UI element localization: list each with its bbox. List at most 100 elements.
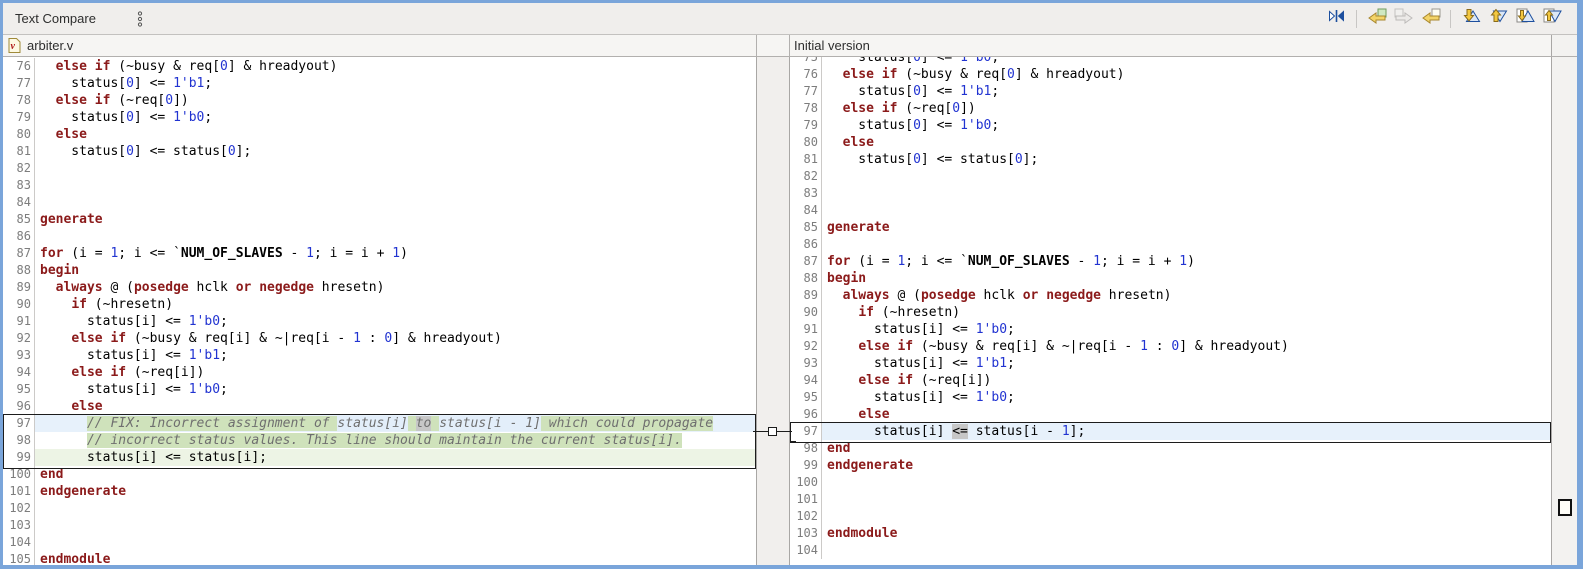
compare-content: 76 else if (~busy & req[0] & hreadyout) 7… (3, 57, 1577, 565)
swap-icon (1327, 8, 1346, 29)
next-difference-button[interactable] (1457, 7, 1484, 31)
code-line[interactable]: 78 else if (~req[0]) (790, 100, 1551, 117)
code-line[interactable]: 86 (3, 228, 756, 245)
line-number: 97 (3, 415, 35, 432)
swap-left-right-button[interactable] (1323, 7, 1350, 31)
code-line[interactable]: 105 endmodule (3, 551, 756, 565)
line-number: 86 (3, 228, 35, 245)
code-line[interactable]: 100 (790, 474, 1551, 491)
code-line[interactable]: 96 else (790, 406, 1551, 423)
code-line[interactable]: 89 always @ (posedge hclk or negedge hre… (790, 287, 1551, 304)
code-line[interactable]: 103 (3, 517, 756, 534)
code-line[interactable]: 80 else (3, 126, 756, 143)
code-line[interactable]: 81 status[0] <= status[0]; (3, 143, 756, 160)
code-line[interactable]: 76 else if (~busy & req[0] & hreadyout) (3, 58, 756, 75)
code-line[interactable]: 91 status[i] <= 1'b0; (790, 321, 1551, 338)
code-line[interactable]: 80 else (790, 134, 1551, 151)
code-line[interactable]: 84 (3, 194, 756, 211)
code-line[interactable]: 91 status[i] <= 1'b0; (3, 313, 756, 330)
code-line[interactable]: 100 end (3, 466, 756, 483)
code-line[interactable]: 85 generate (3, 211, 756, 228)
line-number: 93 (790, 355, 822, 372)
left-editor-pane[interactable]: 76 else if (~busy & req[0] & hreadyout) 7… (3, 57, 757, 565)
line-number: 91 (790, 321, 822, 338)
code-line[interactable]: 83 (3, 177, 756, 194)
code-line[interactable]: 94 else if (~req[i]) (3, 364, 756, 381)
code-line[interactable]: 99 status[i] <= status[i]; (3, 449, 756, 466)
code-line[interactable]: 92 else if (~busy & req[i] & ~|req[i - 1… (3, 330, 756, 347)
previous-change-button[interactable] (1538, 7, 1565, 31)
overview-ruler[interactable] (1551, 57, 1577, 565)
code-text: endmodule (40, 552, 111, 565)
code-line[interactable]: 97 // FIX: Incorrect assignment of statu… (3, 415, 756, 432)
code-line[interactable]: 88 begin (790, 270, 1551, 287)
svg-text:v: v (11, 41, 16, 52)
previous-difference-button[interactable] (1484, 7, 1511, 31)
copy-all-right-to-left-icon (1367, 8, 1387, 29)
code-line[interactable]: 82 (3, 160, 756, 177)
line-number: 80 (790, 134, 822, 151)
code-line[interactable]: 96 else (3, 398, 756, 415)
view-menu-button[interactable] (132, 9, 148, 29)
code-line[interactable]: 82 (790, 168, 1551, 185)
code-line[interactable]: 95 status[i] <= 1'b0; (3, 381, 756, 398)
line-number: 87 (3, 245, 35, 262)
right-editor-pane[interactable]: 75 status[0] <= 1'b0; 76 else if (~busy &… (790, 57, 1551, 565)
copy-all-right-to-left-button[interactable] (1363, 7, 1390, 31)
code-line[interactable]: 98 // incorrect status values. This line… (3, 432, 756, 449)
code-line[interactable]: 85 generate (790, 219, 1551, 236)
code-text: status[0] <= 1'b1; (40, 76, 213, 91)
code-line[interactable]: 101 endgenerate (3, 483, 756, 500)
code-line[interactable]: 76 else if (~busy & req[0] & hreadyout) (790, 66, 1551, 83)
code-line[interactable]: 90 if (~hresetn) (790, 304, 1551, 321)
code-line[interactable]: 78 else if (~req[0]) (3, 92, 756, 109)
code-line[interactable]: 75 status[0] <= 1'b0; (790, 57, 1551, 66)
code-line[interactable]: 87 for (i = 1; i <= `NUM_OF_SLAVES - 1; i… (3, 245, 756, 262)
code-line[interactable]: 87 for (i = 1; i <= `NUM_OF_SLAVES - 1; i… (790, 253, 1551, 270)
line-number: 81 (3, 143, 35, 160)
code-line[interactable]: 98 end (790, 440, 1551, 457)
code-line[interactable]: 103 endmodule (790, 525, 1551, 542)
line-number: 89 (3, 279, 35, 296)
code-line[interactable]: 99 endgenerate (790, 457, 1551, 474)
code-line[interactable]: 86 (790, 236, 1551, 253)
code-line[interactable]: 77 status[0] <= 1'b1; (790, 83, 1551, 100)
code-line[interactable]: 97 status[i] <= status[i - 1]; (790, 423, 1551, 440)
code-line[interactable]: 93 status[i] <= 1'b1; (790, 355, 1551, 372)
code-line[interactable]: 102 (3, 500, 756, 517)
code-line[interactable]: 84 (790, 202, 1551, 219)
line-number: 102 (790, 508, 822, 525)
code-line[interactable]: 95 status[i] <= 1'b0; (790, 389, 1551, 406)
code-text: else (71, 399, 103, 414)
diff-connector-handle[interactable] (768, 427, 777, 436)
code-line[interactable]: 81 status[0] <= status[0]; (790, 151, 1551, 168)
page-title: Text Compare (15, 11, 96, 26)
code-line[interactable]: 102 (790, 508, 1551, 525)
diff-marker[interactable] (1558, 499, 1572, 516)
line-number: 76 (3, 58, 35, 75)
code-line[interactable]: 79 status[0] <= 1'b0; (790, 117, 1551, 134)
code-line[interactable]: 77 status[0] <= 1'b1; (3, 75, 756, 92)
code-line[interactable]: 83 (790, 185, 1551, 202)
line-number: 103 (3, 517, 35, 534)
next-change-button[interactable] (1511, 7, 1538, 31)
code-line[interactable]: 101 (790, 491, 1551, 508)
code-line[interactable]: 93 status[i] <= 1'b1; (3, 347, 756, 364)
code-line[interactable]: 92 else if (~busy & req[i] & ~|req[i - 1… (790, 338, 1551, 355)
code-line[interactable]: 94 else if (~req[i]) (790, 372, 1551, 389)
code-line[interactable]: 89 always @ (posedge hclk or negedge hre… (3, 279, 756, 296)
code-line[interactable]: 104 (790, 542, 1551, 559)
copy-current-right-to-left-button[interactable] (1417, 7, 1444, 31)
left-code-lines: 76 else if (~busy & req[0] & hreadyout) 7… (3, 57, 756, 565)
code-text: else (858, 407, 890, 422)
code-line[interactable]: 79 status[0] <= 1'b0; (3, 109, 756, 126)
code-line[interactable]: 90 if (~hresetn) (3, 296, 756, 313)
code-text: status[i] <= 1'b1; (40, 348, 228, 363)
code-line[interactable]: 88 begin (3, 262, 756, 279)
copy-current-left-to-right-button[interactable] (1390, 7, 1417, 31)
right-code-lines: 75 status[0] <= 1'b0; 76 else if (~busy &… (790, 57, 1551, 559)
code-line[interactable]: 104 (3, 534, 756, 551)
